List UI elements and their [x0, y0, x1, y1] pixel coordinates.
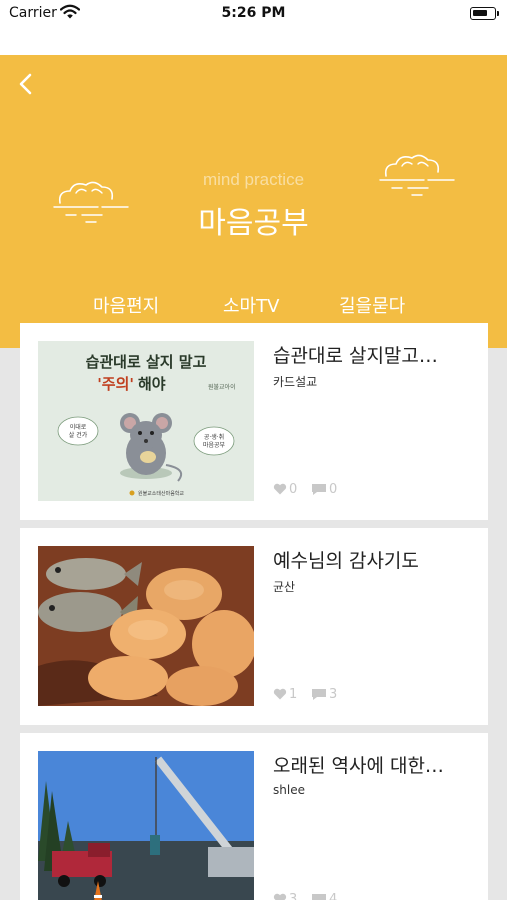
post-title[interactable]: 예수님의 감사기도: [273, 546, 473, 573]
heart-icon[interactable]: [273, 483, 287, 495]
bubble-text: 살 건가: [69, 431, 88, 439]
heart-icon[interactable]: [273, 893, 287, 900]
post-author: shlee: [273, 783, 305, 797]
post-card[interactable]: 예수님의 감사기도 균산 1 3: [20, 528, 488, 725]
heart-icon[interactable]: [273, 688, 287, 700]
post-author: 카드설교: [273, 375, 318, 389]
like-count: 1: [289, 687, 298, 702]
header: mind practice 마음공부 마음편지 소마TV 길을묻다: [0, 55, 507, 348]
page-title: 마음공부: [198, 206, 309, 241]
battery-level: [473, 10, 487, 16]
like-count: 0: [289, 482, 298, 497]
clock: 5:26 PM: [221, 5, 286, 21]
tab-ask-the-way[interactable]: 길을묻다: [339, 292, 405, 318]
post-card[interactable]: 습관대로 살지 말고 '주의' 해야 원불교아이 이대로 살 건가 공·생·취 …: [20, 323, 488, 520]
thumbnail-highlight: '주의': [97, 375, 134, 393]
comment-count: 4: [329, 892, 338, 900]
status-bar: Carrier 5:26 PM: [0, 0, 507, 55]
thumbnail-headline: 습관대로 살지 말고: [86, 353, 207, 371]
comment-count: 3: [329, 687, 338, 702]
thumbnail-caption: 원불교아이: [208, 383, 236, 391]
battery-tip: [497, 11, 499, 16]
post-thumbnail[interactable]: [38, 751, 254, 900]
tab-maeum-letter[interactable]: 마음편지: [93, 292, 159, 318]
thumbnail-footer: 원불교소태산마음학교: [138, 490, 184, 497]
post-author: 균산: [273, 580, 296, 594]
tab-soma-tv[interactable]: 소마TV: [223, 292, 279, 318]
post-title[interactable]: 습관대로 살지말고…: [273, 341, 473, 368]
battery-icon: [470, 7, 496, 20]
post-title[interactable]: 오래된 역사에 대한…: [273, 751, 473, 778]
post-thumbnail[interactable]: 습관대로 살지 말고 '주의' 해야 원불교아이 이대로 살 건가 공·생·취 …: [38, 341, 254, 501]
bubble-text: 마음공부: [203, 441, 226, 449]
comment-icon[interactable]: [311, 483, 327, 496]
bubble-text: 이대로: [70, 423, 87, 431]
comment-icon[interactable]: [311, 893, 327, 900]
back-button[interactable]: [14, 69, 40, 99]
bubble-text: 공·생·취: [204, 433, 224, 441]
post-card[interactable]: 오래된 역사에 대한… shlee 3 4: [20, 733, 488, 900]
comment-count: 0: [329, 482, 338, 497]
comment-icon[interactable]: [311, 688, 327, 701]
page-subtitle: mind practice: [202, 170, 305, 189]
thumbnail-headline-rest: 해야: [138, 375, 166, 393]
post-thumbnail[interactable]: [38, 546, 254, 706]
like-count: 3: [289, 892, 298, 900]
